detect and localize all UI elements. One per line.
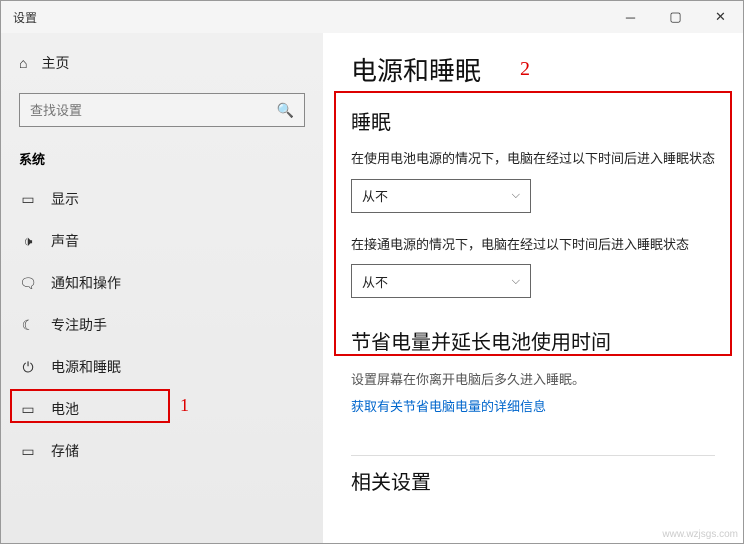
- annotation-label-2: 2: [520, 58, 530, 81]
- nav-list: ▭ 显示 🕩 声音 🗨 通知和操作 ☾ 专注助手 ⏻ 电源和睡眠 ▭ 电池 ▭ 存储: [1, 178, 323, 472]
- sidebar-item-focus[interactable]: ☾ 专注助手: [1, 304, 323, 346]
- section-label: 系统: [1, 143, 323, 178]
- moon-icon: ☾: [19, 317, 37, 334]
- search-input[interactable]: [30, 103, 277, 118]
- sidebar-item-display[interactable]: ▭ 显示: [1, 178, 323, 220]
- settings-window: 设置 ─ ▢ ✕ ⌂ 主页 🔍 系统 ▭ 显示 🕩 声音 🗨 通知和操作 ☾ 专注助手 …: [0, 0, 744, 544]
- display-icon: ▭: [19, 191, 37, 208]
- home-label: 主页: [41, 53, 69, 73]
- select-value: 从不: [362, 186, 388, 205]
- sidebar-item-sound[interactable]: 🕩 声音: [1, 220, 323, 262]
- power-icon: ⏻: [19, 359, 37, 376]
- home-icon: ⌂: [19, 55, 27, 71]
- chevron-down-icon: ⌵: [512, 189, 520, 202]
- save-power-heading: 节省电量并延长电池使用时间: [351, 326, 715, 355]
- sleep-heading: 睡眠: [351, 106, 715, 135]
- nav-label: 通知和操作: [51, 273, 121, 293]
- minimize-button[interactable]: ─: [608, 1, 653, 33]
- home-link[interactable]: ⌂ 主页: [1, 45, 323, 81]
- battery-sleep-select[interactable]: 从不 ⌵: [351, 179, 531, 213]
- notification-icon: 🗨: [19, 275, 37, 292]
- watermark: www.wzjsgs.com: [662, 529, 738, 540]
- sidebar-item-power[interactable]: ⏻ 电源和睡眠: [1, 346, 323, 388]
- nav-label: 专注助手: [51, 315, 107, 335]
- search-icon: 🔍: [277, 102, 294, 119]
- sidebar-item-battery[interactable]: ▭ 电池: [1, 388, 323, 430]
- content: 电源和睡眠 睡眠 在使用电池电源的情况下，电脑在经过以下时间后进入睡眠状态 从不…: [323, 33, 743, 543]
- sidebar-item-notifications[interactable]: 🗨 通知和操作: [1, 262, 323, 304]
- storage-icon: ▭: [19, 443, 37, 460]
- battery-sleep-desc: 在使用电池电源的情况下，电脑在经过以下时间后进入睡眠状态: [351, 149, 715, 169]
- nav-label: 显示: [51, 189, 79, 209]
- page-title: 电源和睡眠: [351, 51, 715, 88]
- body: ⌂ 主页 🔍 系统 ▭ 显示 🕩 声音 🗨 通知和操作 ☾ 专注助手 ⏻ 电源和睡眠 ▭ 电…: [1, 33, 743, 543]
- select-value: 从不: [362, 272, 388, 291]
- titlebar: 设置 ─ ▢ ✕: [1, 1, 743, 33]
- nav-label: 电池: [51, 399, 79, 419]
- chevron-down-icon: ⌵: [512, 275, 520, 288]
- plugged-sleep-desc: 在接通电源的情况下，电脑在经过以下时间后进入睡眠状态: [351, 235, 715, 255]
- related-heading: 相关设置: [351, 466, 715, 495]
- maximize-button[interactable]: ▢: [653, 1, 698, 33]
- save-power-sub: 设置屏幕在你离开电脑后多久进入睡眠。: [351, 369, 715, 388]
- close-button[interactable]: ✕: [698, 1, 743, 33]
- window-title: 设置: [1, 9, 608, 26]
- save-power-link[interactable]: 获取有关节省电脑电量的详细信息: [351, 396, 546, 415]
- battery-icon: ▭: [19, 401, 37, 418]
- annotation-label-1: 1: [180, 395, 189, 416]
- window-controls: ─ ▢ ✕: [608, 1, 743, 33]
- sidebar: ⌂ 主页 🔍 系统 ▭ 显示 🕩 声音 🗨 通知和操作 ☾ 专注助手 ⏻ 电源和睡眠 ▭ 电…: [1, 33, 323, 543]
- nav-label: 电源和睡眠: [51, 357, 121, 377]
- divider: [351, 455, 715, 456]
- nav-label: 声音: [51, 231, 79, 251]
- nav-label: 存储: [51, 441, 79, 461]
- search-box[interactable]: 🔍: [19, 93, 305, 127]
- plugged-sleep-select[interactable]: 从不 ⌵: [351, 264, 531, 298]
- sound-icon: 🕩: [19, 233, 37, 250]
- sidebar-item-storage[interactable]: ▭ 存储: [1, 430, 323, 472]
